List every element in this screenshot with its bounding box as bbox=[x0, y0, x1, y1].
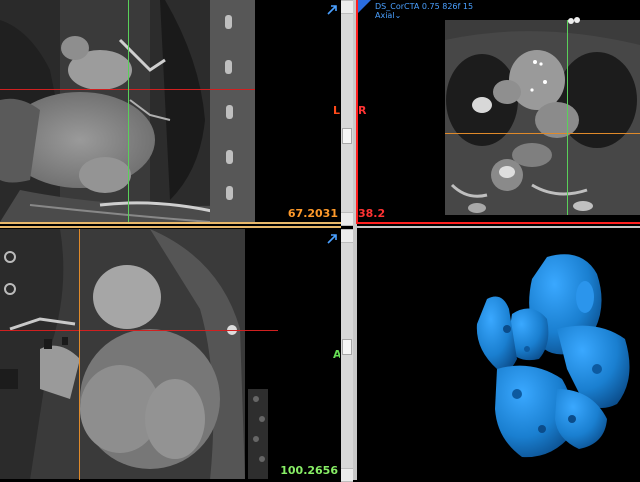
coronal-viewport-border bbox=[0, 222, 341, 224]
sagittal-vertical-crosshair bbox=[79, 229, 80, 480]
scroll-down-button[interactable] bbox=[341, 212, 353, 226]
scrollbar-thumb[interactable] bbox=[342, 128, 352, 144]
sagittal-slice-value: 100.2656 bbox=[280, 464, 338, 477]
sagittal-viewport-border bbox=[0, 226, 341, 228]
coronal-viewport[interactable]: L 67.2031 bbox=[0, 0, 340, 222]
axial-viewport-border bbox=[357, 222, 640, 224]
sagittal-orientation-label: A bbox=[333, 348, 340, 361]
view-selector-dropdown[interactable]: Axial⌄ bbox=[375, 11, 401, 21]
maximize-arrow-icon[interactable] bbox=[326, 232, 339, 245]
volume-3d-viewport[interactable] bbox=[357, 229, 640, 480]
chevron-down-icon: ⌄ bbox=[394, 11, 402, 20]
corner-triangle-icon bbox=[357, 0, 371, 14]
sagittal-slice-scrollbar[interactable] bbox=[341, 229, 353, 482]
maximize-arrow-icon[interactable] bbox=[326, 3, 339, 16]
coronal-ct-image bbox=[0, 0, 340, 222]
sagittal-ct-image bbox=[0, 229, 340, 480]
coronal-orientation-label: L bbox=[333, 104, 340, 117]
axial-orientation-label: R bbox=[358, 104, 367, 117]
scrollbar-thumb[interactable] bbox=[342, 339, 352, 355]
axial-viewport[interactable]: DS_CorCTA 0.75 826f 15 Axial⌄ R 38.2 bbox=[357, 0, 640, 222]
axial-slice-value: 38.2 bbox=[358, 207, 386, 220]
scroll-up-button[interactable] bbox=[341, 0, 353, 14]
axial-ct-image bbox=[445, 17, 640, 215]
coronal-slice-scrollbar[interactable] bbox=[341, 0, 353, 226]
axial-horizontal-crosshair bbox=[445, 133, 640, 134]
volume-render-image bbox=[476, 254, 630, 458]
view-selector-label: Axial bbox=[375, 11, 395, 20]
coronal-vertical-crosshair bbox=[128, 0, 129, 222]
coronal-slice-value: 67.2031 bbox=[287, 207, 338, 220]
sagittal-horizontal-crosshair bbox=[0, 330, 278, 331]
scroll-up-button[interactable] bbox=[341, 229, 353, 243]
axial-vertical-crosshair bbox=[567, 20, 568, 215]
axial-viewport-left-border bbox=[356, 0, 358, 224]
sagittal-viewport[interactable]: A 100.2656 bbox=[0, 229, 340, 480]
volume-viewport-border bbox=[357, 226, 640, 228]
